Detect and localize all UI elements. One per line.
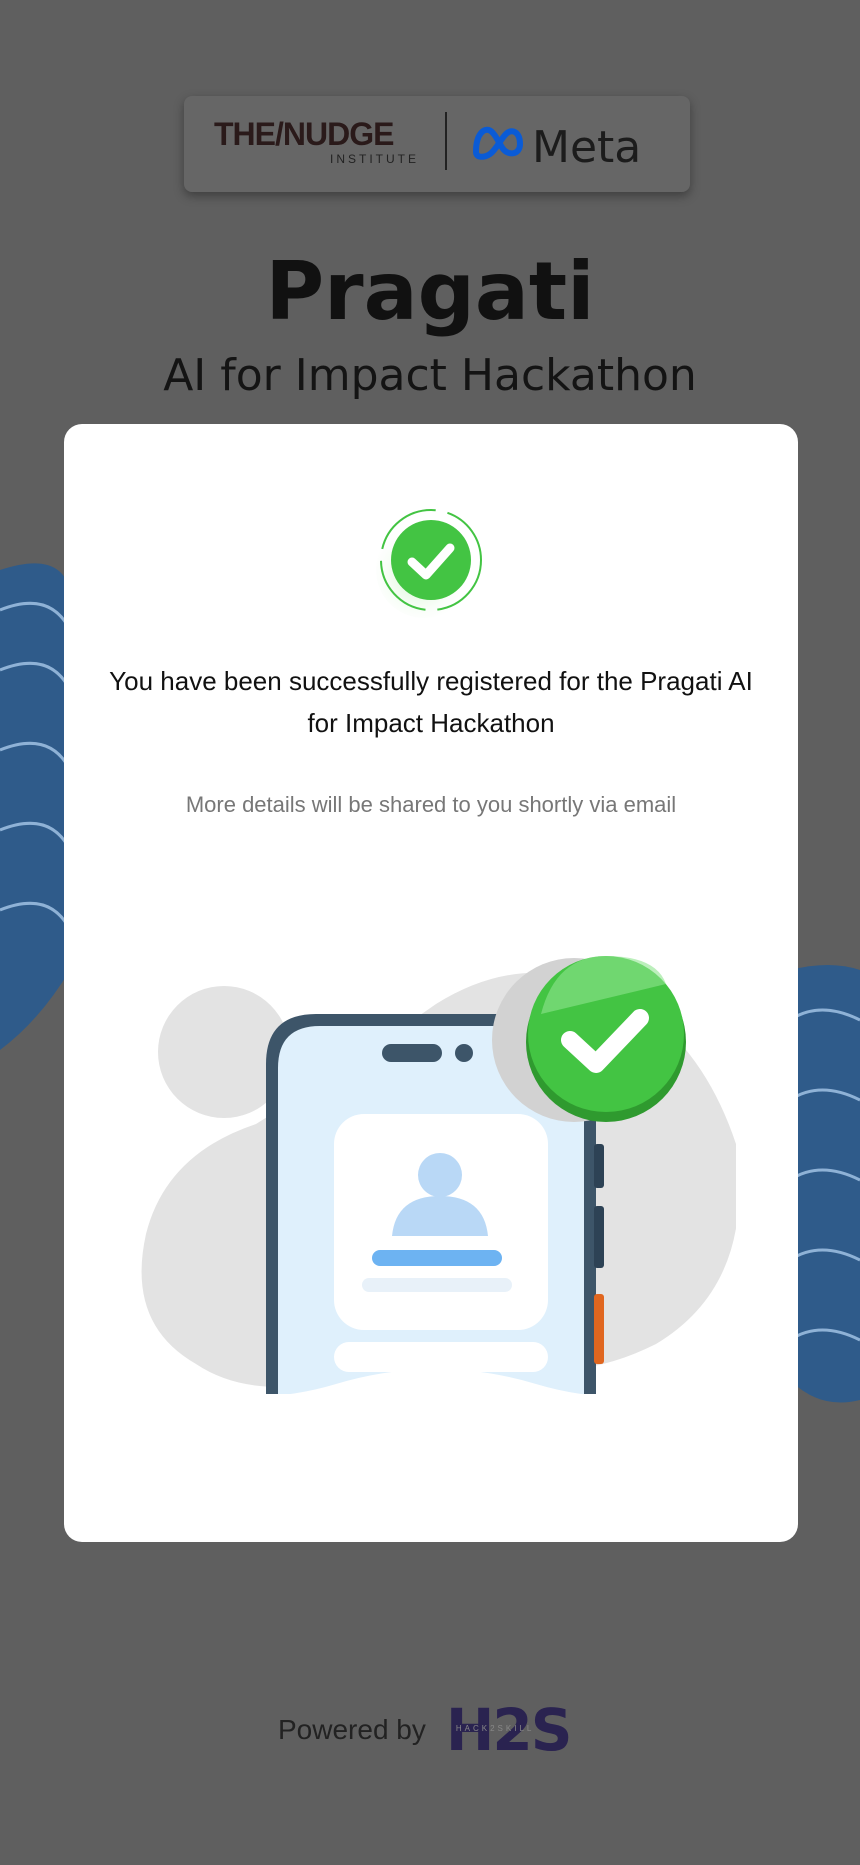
nudge-logo-sub: INSTITUTE <box>330 152 419 166</box>
meta-infinity-icon <box>473 126 523 160</box>
nudge-institute-logo: THE/NUDGE INSTITUTE <box>214 118 419 170</box>
meta-logo-text: Meta <box>532 122 642 173</box>
powered-by: Powered by H2S HACK2SKILL <box>278 1700 586 1760</box>
background-wave-left <box>0 563 70 1050</box>
meta-logo: Meta <box>470 116 670 173</box>
success-message: You have been successfully registered fo… <box>109 666 753 738</box>
h2s-tagline: HACK2SKILL <box>455 1724 535 1733</box>
logo-divider <box>445 112 447 170</box>
registration-illustration <box>136 956 736 1444</box>
success-check-icon <box>376 509 482 618</box>
nudge-logo-main: THE/NUDGE <box>214 116 394 152</box>
powered-by-label: Powered by <box>278 1714 426 1745</box>
h2s-logo: H2S HACK2SKILL <box>446 1700 586 1760</box>
page-title: Pragati <box>265 245 595 338</box>
partner-logos: THE/NUDGE INSTITUTE Meta <box>184 96 690 192</box>
background-wave-right <box>790 965 860 1403</box>
success-modal: You have been successfully registered fo… <box>64 424 798 1542</box>
email-note: More details will be shared to you short… <box>185 792 677 817</box>
page-subtitle: AI for Impact Hackathon <box>163 350 697 401</box>
